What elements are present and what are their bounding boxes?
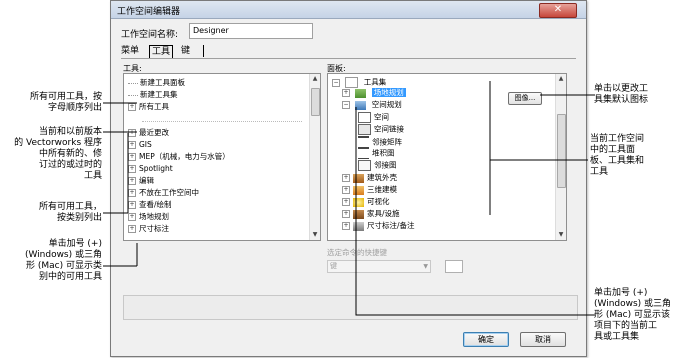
annotation-change-icon: 单击以更改工 具集默认图标	[594, 84, 649, 105]
annotation-expand-item: 单击加号 (+) (Windows) 或三角形 (Mac) 可显示该 项目下的当前工…	[594, 288, 672, 342]
annotation-by-category: 所有可用工具， 按类别列出	[38, 202, 102, 223]
annotation-recent-changes: 当前和以前版本的 Vectorworks 程序 中所有新的、修 订过的或过时的 工具	[14, 127, 102, 181]
callout-lines	[103, 81, 595, 316]
annotation-expand-category: 单击加号 (+) (Windows) 或三角形 (Mac) 可显示类 别中的可用工具	[24, 239, 102, 282]
annotation-all-tools-alpha: 所有可用工具，按 字母顺序列出	[29, 92, 102, 113]
annotation-current-workspace: 当前工作空间 中的工具面 板、工具集和 工具	[590, 134, 645, 177]
